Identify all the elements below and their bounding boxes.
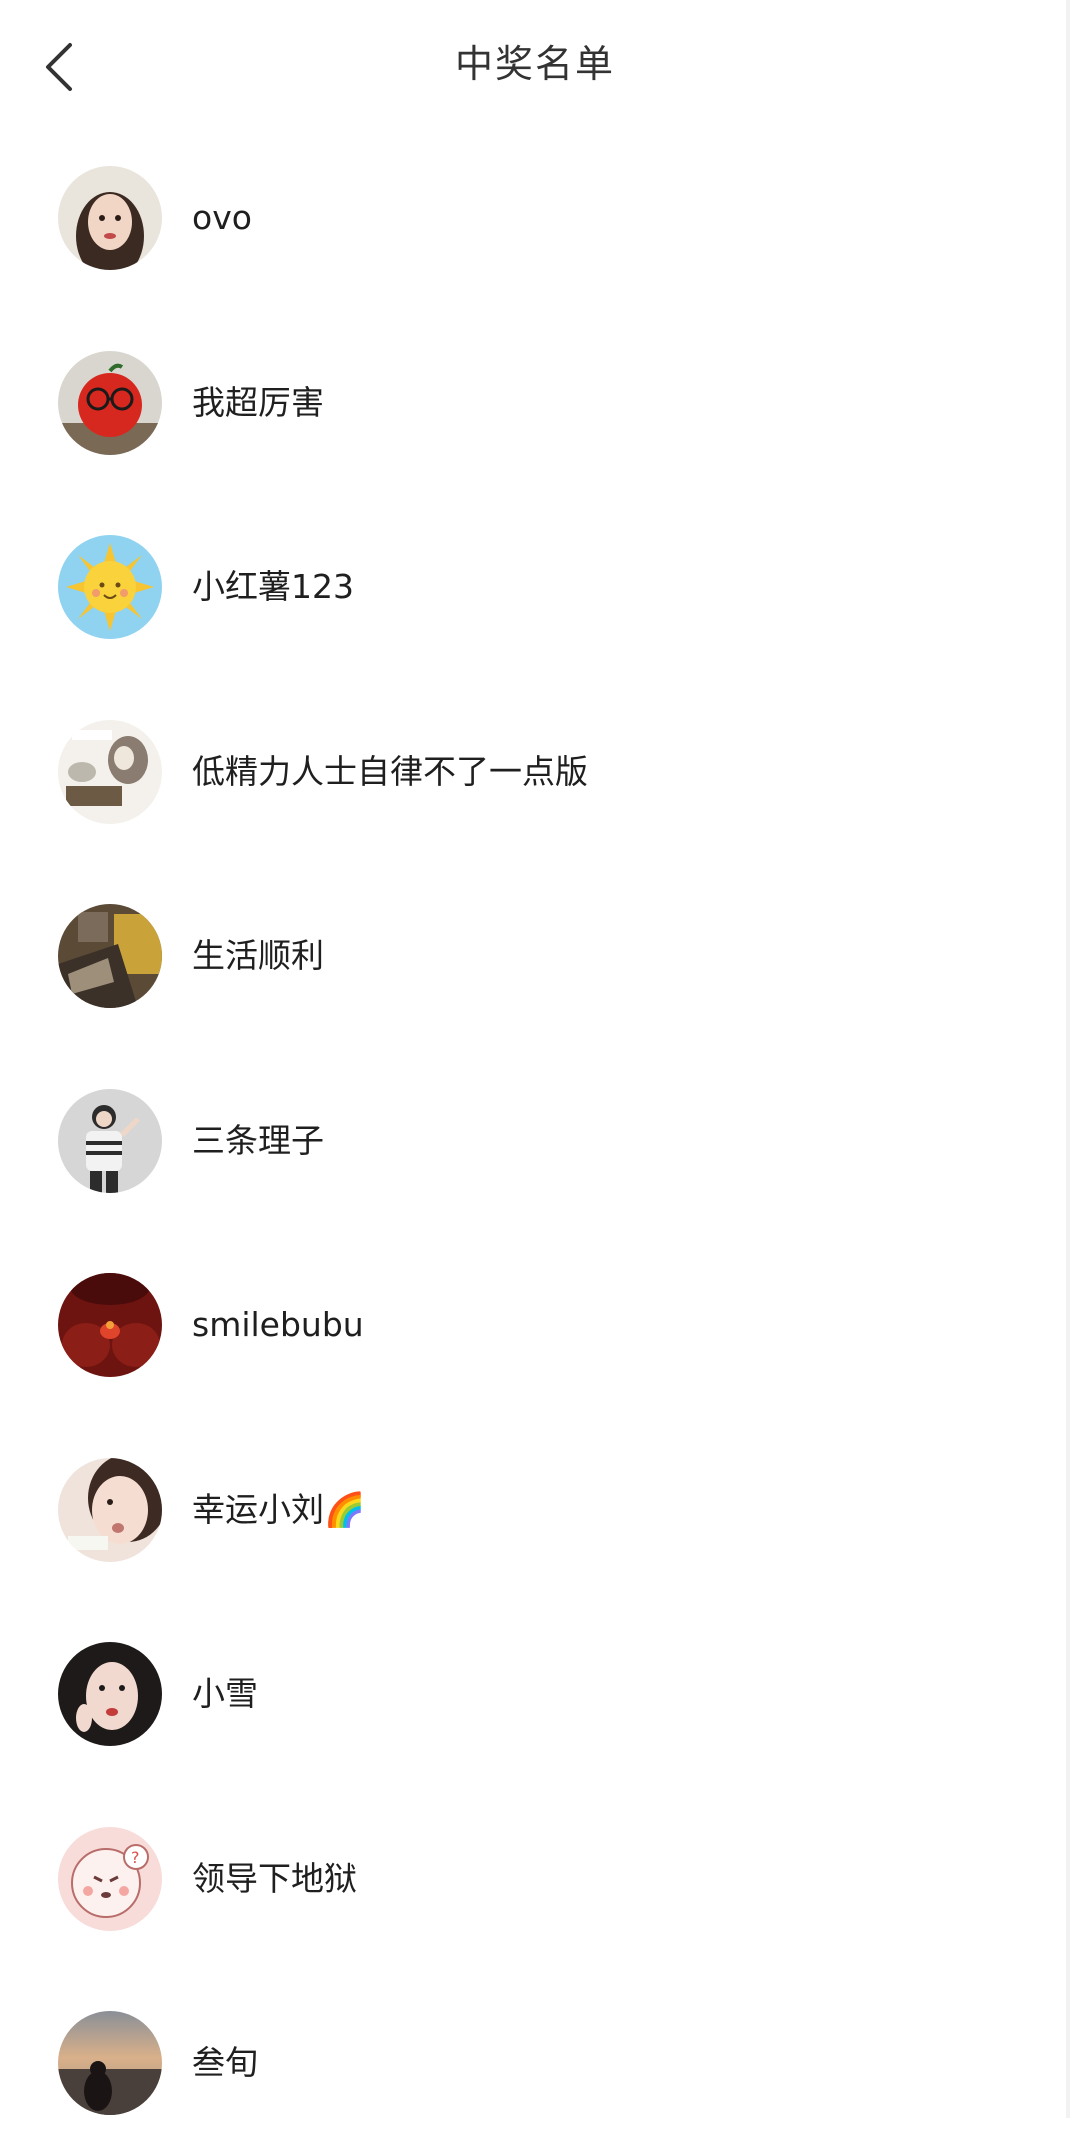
avatar[interactable] xyxy=(58,904,162,1009)
winner-row[interactable]: ovo xyxy=(0,126,1066,311)
winner-name: 小雪 xyxy=(192,1674,258,1714)
winner-row[interactable]: 我超厉害 xyxy=(0,311,1066,496)
winner-name: 领导下地狱 xyxy=(192,1858,357,1898)
winner-row[interactable]: 叁旬 xyxy=(0,1971,1066,2156)
winner-name: 三条理子 xyxy=(192,1120,324,1160)
screen-edge xyxy=(1066,0,1070,2118)
winner-row[interactable]: 小红薯123 xyxy=(0,495,1066,680)
winner-row[interactable]: 幸运小刘🌈 xyxy=(0,1418,1066,1603)
avatar[interactable] xyxy=(58,1642,162,1747)
winner-row[interactable]: 小雪 xyxy=(0,1602,1066,1787)
avatar[interactable]: ? xyxy=(58,1826,162,1931)
avatar[interactable] xyxy=(58,166,162,271)
avatar[interactable] xyxy=(58,1088,162,1193)
winner-name: 我超厉害 xyxy=(192,382,324,422)
avatar[interactable] xyxy=(58,2011,162,2116)
winner-row[interactable]: 低精力人士自律不了一点版 xyxy=(0,680,1066,865)
winner-name: 生活顺利 xyxy=(192,936,324,976)
winner-list: ovo 我超厉害 小红薯123 低精力人士自律不了一点版 生活顺利 三条理子 s… xyxy=(0,126,1066,2156)
top-bar: 中奖名单 xyxy=(0,0,1070,130)
avatar[interactable] xyxy=(58,350,162,455)
winner-name: 小红薯123 xyxy=(192,567,354,607)
page-title: 中奖名单 xyxy=(454,42,615,86)
avatar[interactable] xyxy=(58,719,162,824)
winner-row[interactable]: ? 领导下地狱 xyxy=(0,1787,1066,1972)
avatar[interactable] xyxy=(58,535,162,640)
avatar[interactable] xyxy=(58,1457,162,1562)
winner-name: 低精力人士自律不了一点版 xyxy=(192,751,588,791)
winner-name: 幸运小刘🌈 xyxy=(192,1489,366,1529)
winner-name: smilebubu xyxy=(192,1305,364,1345)
winner-name: 叁旬 xyxy=(192,2043,258,2083)
winner-name: ovo xyxy=(192,198,252,238)
winner-row[interactable]: 三条理子 xyxy=(0,1049,1066,1234)
winner-row[interactable]: smilebubu xyxy=(0,1233,1066,1418)
winner-row[interactable]: 生活顺利 xyxy=(0,864,1066,1049)
avatar[interactable] xyxy=(58,1273,162,1378)
svg-text:?: ? xyxy=(131,1848,140,1867)
